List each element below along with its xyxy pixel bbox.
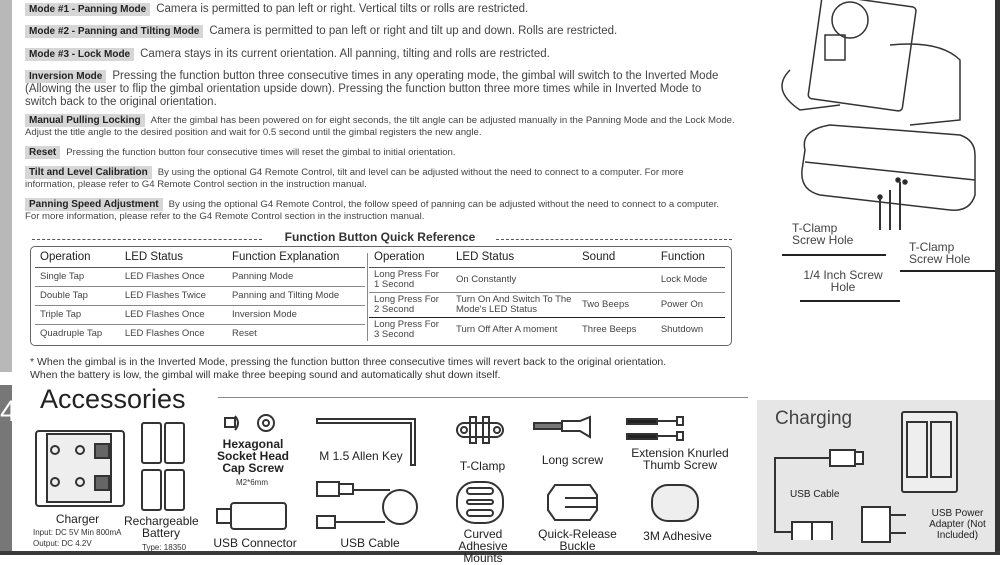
table-row: Single Tap LED Flashes Once Panning Mode bbox=[35, 267, 365, 287]
long-screw-icon bbox=[533, 415, 591, 439]
accessories-title: Accessories bbox=[40, 384, 186, 414]
table-row: Long Press For 1 Second On Constantly Lock… bbox=[369, 267, 725, 293]
mode-2: Mode #2 - Panning and Tilting Mode Camera… bbox=[25, 25, 735, 38]
panning-speed-adjustment: Panning Speed Adjustment By using the opt… bbox=[25, 198, 720, 222]
tilt-level-calibration: Tilt and Level Calibration By using the o… bbox=[25, 166, 684, 190]
thumb-screw-icon bbox=[626, 416, 684, 441]
curved-mount-icon bbox=[456, 481, 504, 524]
power-adapter-icon bbox=[861, 506, 906, 543]
hex-screw-icon bbox=[224, 414, 275, 432]
buckle-icon bbox=[547, 484, 598, 521]
tclamp-hole-right-label: T-Clamp Screw Hole bbox=[909, 240, 971, 266]
hex-screw-label: Hexagonal Socket Head Cap Screw bbox=[216, 437, 290, 475]
charging-usb-cable-label: USB Cable bbox=[790, 489, 840, 500]
mode-tag: Mode #1 - Panning Mode bbox=[25, 3, 151, 16]
reset: Reset Pressing the function button four c… bbox=[25, 146, 735, 159]
charger-output: Output: DC 4.2V bbox=[33, 539, 92, 548]
callout-line bbox=[900, 270, 995, 272]
mode-tag: Mode #2 - Panning and Tilting Mode bbox=[25, 25, 204, 38]
t-clamp-icon bbox=[456, 416, 504, 444]
usb-cable-label: USB Cable bbox=[340, 536, 400, 550]
usb-cable-icon bbox=[316, 481, 418, 529]
reference-title: Function Button Quick Reference bbox=[284, 230, 476, 244]
table-row: Long Press For 2 Second Turn On And Switc… bbox=[369, 292, 725, 318]
table-row: Triple Tap LED Flashes Once Inversion Mode bbox=[35, 305, 365, 325]
quick-reference-table: Operation LED Status Function Explanation … bbox=[30, 246, 732, 346]
usb-connector-icon bbox=[216, 502, 287, 530]
page-number: 4 bbox=[0, 395, 14, 428]
charging-charger-icon bbox=[901, 411, 958, 493]
quarter-inch-hole-label: 1/4 Inch Screw Hole bbox=[803, 268, 883, 294]
battery-type: Type: 18350 bbox=[142, 543, 187, 552]
charger-label: Charger bbox=[55, 512, 100, 526]
right-border bbox=[995, 0, 1000, 555]
buckle-label: Quick-Release Buckle bbox=[538, 527, 617, 553]
usb-connector-label: USB Connector bbox=[213, 536, 297, 550]
t-clamp-label: T-Clamp bbox=[459, 459, 506, 473]
callout-line bbox=[782, 254, 886, 256]
table-row: Long Press For 3 Second Turn Off After A … bbox=[374, 318, 704, 340]
mode-tag: Mode #3 - Lock Mode bbox=[25, 48, 135, 61]
charger-input: Input: DC 5V Min 800mA bbox=[33, 528, 122, 537]
adhesive-3m-icon bbox=[651, 484, 699, 522]
mode-3: Mode #3 - Lock Mode Camera stays in its c… bbox=[25, 48, 735, 61]
tclamp-hole-left-label: T-Clamp Screw Hole bbox=[792, 221, 854, 247]
page-side-bar bbox=[0, 0, 12, 372]
divider bbox=[218, 397, 748, 398]
curved-mount-label: Curved Adhesive Mounts bbox=[458, 527, 508, 565]
divider bbox=[367, 253, 368, 341]
table-row: Double Tap LED Flashes Twice Panning and T… bbox=[35, 286, 365, 306]
mode-1: Mode #1 - Panning Mode Camera is permitte… bbox=[25, 3, 735, 16]
gimbal-illustration bbox=[781, 0, 976, 230]
tap-table: Operation LED Status Function Explanation … bbox=[35, 247, 365, 343]
callout-line bbox=[800, 300, 900, 302]
long-screw-label: Long screw bbox=[541, 453, 604, 467]
battery-icon bbox=[141, 422, 185, 511]
thumb-screw-label: Extension Knurled Thumb Screw bbox=[631, 446, 729, 472]
inversion-mode: Inversion Mode Pressing the function butt… bbox=[25, 70, 719, 108]
charger-icon bbox=[35, 430, 125, 507]
press-table: Operation LED Status Sound Function Long Pr… bbox=[369, 247, 725, 342]
charging-title: Charging bbox=[775, 408, 853, 429]
battery-label: Rechargeable Battery bbox=[124, 514, 199, 540]
reference-note: * When the gimbal is in the Inverted Mod… bbox=[30, 356, 667, 381]
table-row: Quadruple Tap LED Flashes Once Reset bbox=[40, 327, 257, 339]
power-adapter-label: USB Power Adapter (Not Included) bbox=[929, 508, 986, 541]
hex-screw-size: M2*6mm bbox=[236, 478, 269, 487]
adhesive-3m-label: 3M Adhesive bbox=[643, 529, 712, 543]
manual-pulling-locking: Manual Pulling Locking After the gimbal h… bbox=[25, 114, 735, 138]
allen-key-label: M 1.5 Allen Key bbox=[319, 449, 403, 463]
